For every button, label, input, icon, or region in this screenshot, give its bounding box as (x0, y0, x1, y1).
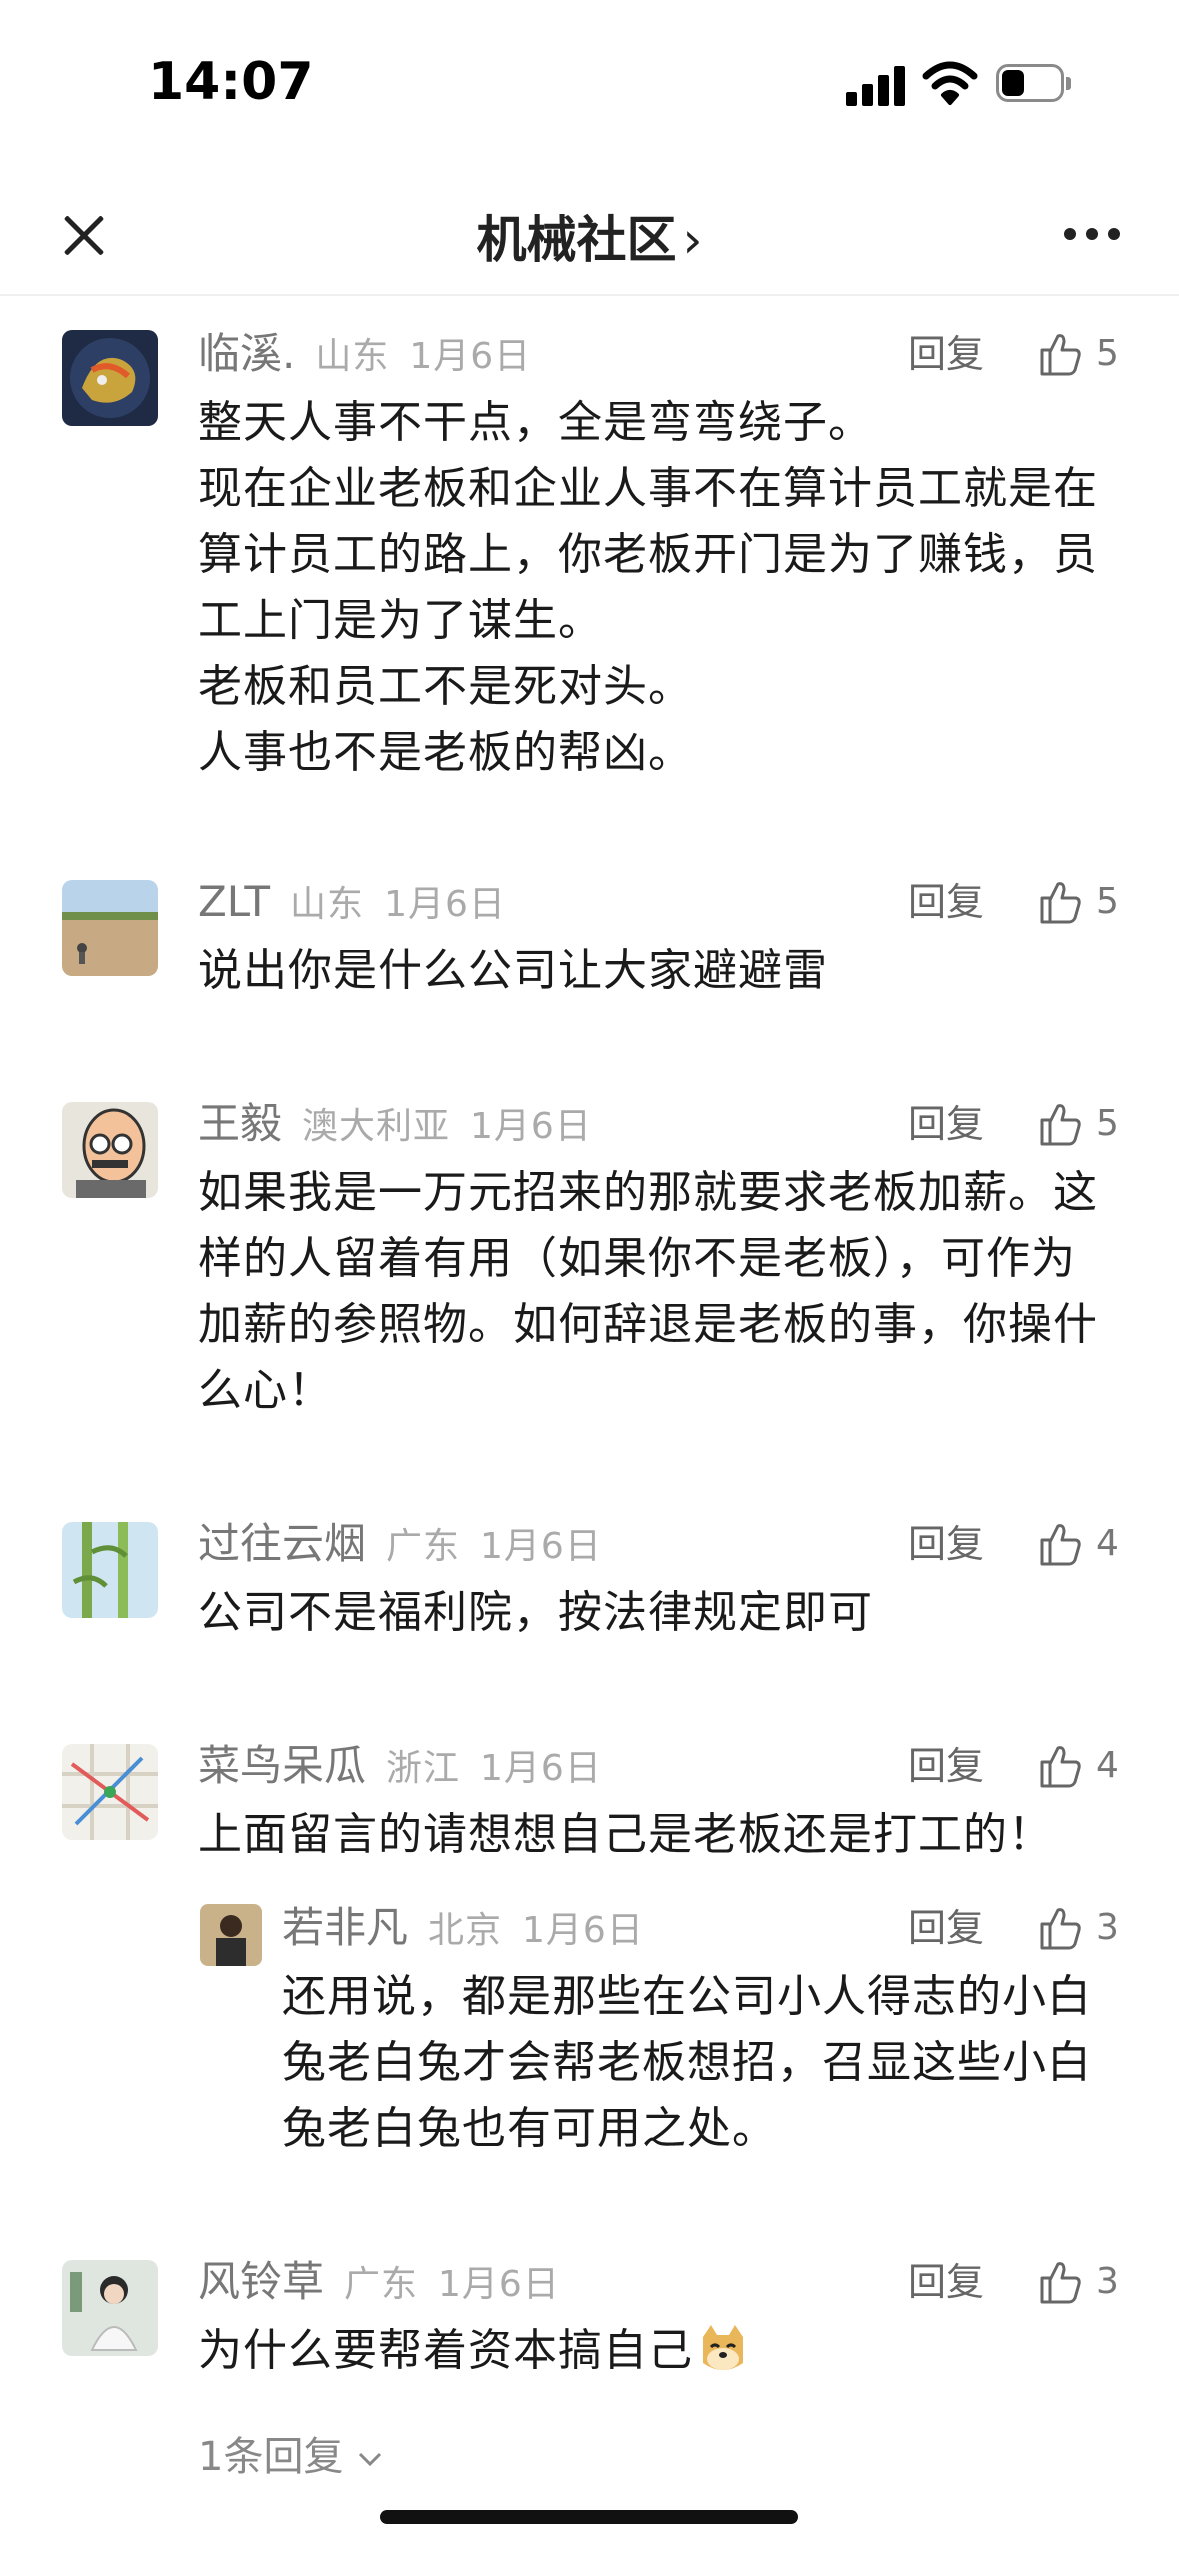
comment-meta: ZLT 山东 1月6日 (198, 876, 506, 928)
comment-text-line: 还用说，都是那些在公司小人得志的小白 (282, 1971, 1092, 2022)
comment-text-line: 人事也不是老板的帮凶。 (198, 727, 693, 778)
avatar[interactable] (62, 1102, 158, 1198)
cellular-signal-icon (846, 64, 908, 106)
nav-bar: 机械社区 › (0, 170, 1179, 296)
comment-location: 广东 (386, 1526, 461, 1567)
comment-date: 1月6日 (384, 884, 506, 925)
avatar[interactable] (62, 1744, 158, 1840)
expand-replies-label: 1条回复 (198, 2434, 344, 2480)
comment-author[interactable]: ZLT (198, 877, 270, 926)
comment-location: 浙江 (386, 1748, 461, 1789)
like-count: 4 (1096, 1745, 1119, 1786)
chevron-down-icon (359, 2452, 382, 2467)
comment-date: 1月6日 (480, 1526, 602, 1567)
comment-location: 广东 (344, 2264, 419, 2305)
comment-author[interactable]: 王毅 (198, 1099, 282, 1148)
comment-text-line: 么心！ (198, 1365, 333, 1416)
comment-location: 山东 (315, 336, 390, 377)
comment-text-line: 兔老白兔才会帮老板想招，召显这些小白 (282, 2037, 1092, 2088)
comment-text-line: 加薪的参照物。如何辞退是老板的事，你操什 (198, 1299, 1098, 1350)
page-title[interactable]: 机械社区 › (0, 200, 1179, 272)
wifi-icon (922, 61, 978, 105)
comment-author[interactable]: 若非凡 (282, 1903, 408, 1952)
comment-meta: 过往云烟 广东 1月6日 (198, 1518, 602, 1570)
comment-meta: 若非凡 北京 1月6日 (282, 1902, 644, 1954)
comment-meta: 王毅 澳大利亚 1月6日 (198, 1098, 592, 1150)
reply-button[interactable]: 回复 (908, 1518, 984, 1570)
comment-meta: 临溪. 山东 1月6日 (198, 328, 531, 380)
thumbs-up-icon (1040, 882, 1081, 924)
more-icon[interactable] (1064, 228, 1124, 242)
like-count: 5 (1096, 881, 1119, 922)
comment-location: 山东 (290, 884, 365, 925)
comment-text-line: 算计员工的路上，你老板开门是为了赚钱，员 (198, 529, 1098, 580)
comment-text-line: 公司不是福利院，按法律规定即可 (198, 1587, 873, 1638)
comment-text-line: 样的人留着有用（如果你不是老板），可作为 (198, 1233, 1076, 1284)
reply-button[interactable]: 回复 (908, 328, 984, 380)
avatar[interactable] (62, 880, 158, 976)
thumbs-up-icon (1040, 1104, 1081, 1146)
comment-meta: 风铃草 广东 1月6日 (198, 2256, 560, 2308)
comment-author[interactable]: 临溪. (198, 329, 295, 378)
thumbs-up-icon (1040, 2262, 1081, 2304)
comment-date: 1月6日 (438, 2264, 560, 2305)
comment-text: 如果我是一万元招来的那就要求老板加薪。这 样的人留着有用（如果你不是老板），可作… (198, 1160, 1098, 1424)
like-count: 5 (1096, 1103, 1119, 1144)
status-time: 14:07 (148, 52, 314, 112)
comment-date: 1月6日 (470, 1106, 592, 1147)
like-count: 3 (1096, 1907, 1119, 1948)
comment-text-line: 为什么要帮着资本搞自己 (198, 2325, 693, 2376)
comment-text: 上面留言的请想想自己是老板还是打工的！ (198, 1802, 1053, 1868)
comment-location: 澳大利亚 (302, 1106, 451, 1147)
reply-button[interactable]: 回复 (908, 1902, 984, 1954)
comment-text-line: 说出你是什么公司让大家避避雷 (198, 945, 828, 996)
comment-text-line: 现在企业老板和企业人事不在算计员工就是在 (198, 463, 1098, 514)
like-count: 4 (1096, 1523, 1119, 1564)
comment-text-line: 工上门是为了谋生。 (198, 595, 603, 646)
expand-replies-button[interactable]: 1条回复 (198, 2424, 385, 2482)
comment-date: 1月6日 (522, 1910, 644, 1951)
comment-text: 公司不是福利院，按法律规定即可 (198, 1580, 873, 1646)
reply-button[interactable]: 回复 (908, 1098, 984, 1150)
comment-text-line: 兔老白兔也有可用之处。 (282, 2103, 777, 2154)
avatar[interactable] (62, 2260, 158, 2356)
comment-author[interactable]: 风铃草 (198, 2257, 324, 2306)
comment-text-line: 整天人事不干点，全是弯弯绕子。 (198, 397, 873, 448)
comment-text: 为什么要帮着资本搞自己 (198, 2318, 749, 2384)
like-count: 5 (1096, 333, 1119, 374)
comment-date: 1月6日 (409, 336, 532, 377)
comment-meta: 菜鸟呆瓜 浙江 1月6日 (198, 1740, 602, 1792)
thumbs-up-icon (1040, 1746, 1081, 1788)
comment-text: 说出你是什么公司让大家避避雷 (198, 938, 828, 1004)
reply-button[interactable]: 回复 (908, 876, 984, 928)
avatar[interactable] (62, 1522, 158, 1618)
like-count: 3 (1096, 2261, 1119, 2302)
reply-button[interactable]: 回复 (908, 2256, 984, 2308)
avatar[interactable] (200, 1904, 262, 1966)
thumbs-up-icon (1040, 1908, 1081, 1950)
page-title-text: 机械社区 (476, 211, 677, 269)
comment-text: 还用说，都是那些在公司小人得志的小白 兔老白兔才会帮老板想招，召显这些小白 兔老… (282, 1964, 1092, 2162)
comment-author[interactable]: 过往云烟 (198, 1519, 366, 1568)
comment-text-line: 老板和员工不是死对头。 (198, 661, 693, 712)
thumbs-up-icon (1040, 334, 1081, 376)
thumbs-up-icon (1040, 1524, 1081, 1566)
comment-text-line: 如果我是一万元招来的那就要求老板加薪。这 (198, 1167, 1098, 1218)
comment-text: 整天人事不干点，全是弯弯绕子。 现在企业老板和企业人事不在算计员工就是在 算计员… (198, 390, 1098, 786)
reply-button[interactable]: 回复 (908, 1740, 984, 1792)
doge-emoji-icon (703, 2325, 743, 2370)
comment-text-line: 上面留言的请想想自己是老板还是打工的！ (198, 1809, 1053, 1860)
status-bar: 14:07 (0, 0, 1179, 170)
chevron-right-icon: › (682, 211, 703, 269)
comment-author[interactable]: 菜鸟呆瓜 (198, 1741, 366, 1790)
comment-date: 1月6日 (480, 1748, 602, 1789)
comment-location: 北京 (428, 1910, 503, 1951)
avatar[interactable] (62, 330, 158, 426)
battery-icon (996, 64, 1074, 104)
home-indicator[interactable] (380, 2510, 798, 2524)
